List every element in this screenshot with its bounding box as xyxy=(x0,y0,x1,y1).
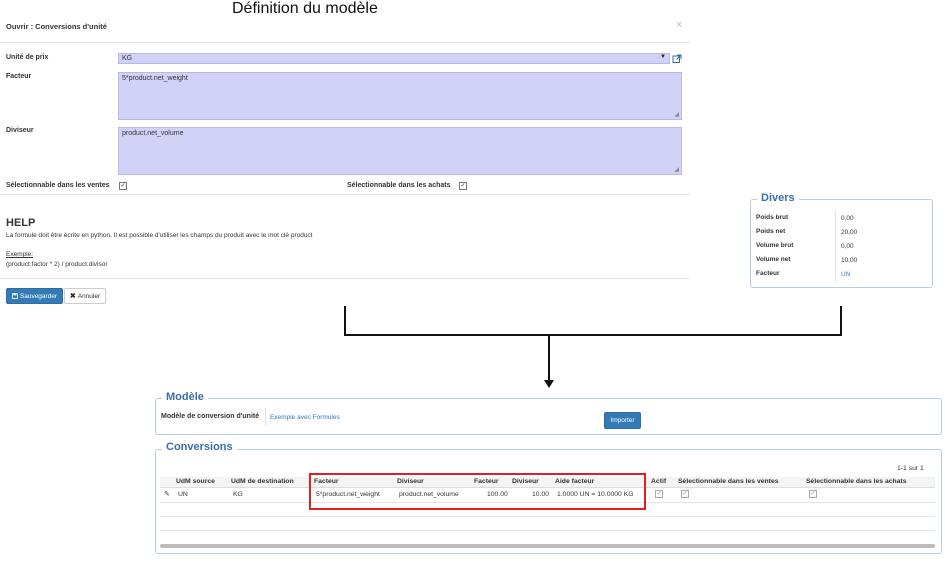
horizontal-scrollbar[interactable] xyxy=(160,544,935,548)
example-label: Exemple: xyxy=(6,251,34,258)
col-udm-source[interactable]: UdM source xyxy=(176,478,215,485)
cancel-button[interactable]: ✖ Annuler xyxy=(64,288,106,304)
help-text: La formule doit être écrite en python. I… xyxy=(6,232,313,239)
net-weight-label: Poids net xyxy=(756,228,786,235)
factor-value: 5*product.net_weight xyxy=(122,75,188,82)
divers-separator xyxy=(835,210,836,282)
col-actif[interactable]: Actif xyxy=(651,478,666,485)
close-icon: ✖ xyxy=(69,293,76,300)
divers-legend: Divers xyxy=(757,192,799,204)
factor-unit-link[interactable]: UN xyxy=(841,271,850,278)
external-link-icon[interactable] xyxy=(672,54,682,64)
pager: 1-1 sur 1 xyxy=(897,465,924,472)
gross-volume-label: Volume brut xyxy=(756,242,794,249)
price-unit-value: KG xyxy=(122,55,133,62)
cancel-label: Annuler xyxy=(77,292,101,300)
divisor-label: Diviseur xyxy=(6,127,34,134)
header-divider xyxy=(0,42,690,43)
sales-checkbox-label: Sélectionnable dans les ventes xyxy=(6,182,110,189)
factor-label: Facteur xyxy=(6,73,32,80)
import-button[interactable]: Importer xyxy=(604,412,641,429)
connector-down xyxy=(548,334,550,382)
modele-separator xyxy=(265,408,266,426)
conversions-legend: Conversions xyxy=(162,441,237,453)
dialog-title: Ouvrir : Conversions d'unité xyxy=(6,22,107,31)
save-label: Sauvegarder xyxy=(19,292,58,300)
purchases-checkbox[interactable]: ✓ xyxy=(459,182,467,190)
row-sales-checkbox: ✓ xyxy=(681,490,689,498)
gross-weight-value: 0,00 xyxy=(841,215,854,222)
row-active-checkbox: ✓ xyxy=(655,490,663,498)
net-volume-value: 10,00 xyxy=(841,257,858,264)
connector-left xyxy=(344,306,346,336)
arrow-down-icon xyxy=(544,380,554,388)
row-source: UN xyxy=(178,491,188,498)
row-destination: KG xyxy=(233,491,243,498)
conversion-model-label: Modèle de conversion d'unité xyxy=(161,413,260,420)
col-ventes[interactable]: Sélectionnable dans les ventes xyxy=(678,478,778,485)
save-button[interactable]: Sauvegarder xyxy=(6,288,63,304)
purchases-checkbox-label: Sélectionnable dans les achats xyxy=(347,182,451,189)
connector-horizontal xyxy=(344,334,842,336)
factor-unit-label: Facteur xyxy=(756,270,780,277)
import-label: Importer xyxy=(610,417,635,424)
net-volume-label: Volume net xyxy=(756,256,791,263)
price-unit-label: Unité de prix xyxy=(6,54,49,61)
annotation-title: Définition du modèle xyxy=(232,0,378,17)
help-title: HELP xyxy=(6,217,36,229)
price-unit-select[interactable]: KG ▼ xyxy=(118,53,670,64)
empty-row-divider xyxy=(160,516,935,517)
conversion-model-link[interactable]: Exemple avec Formules xyxy=(270,414,340,421)
sales-checkbox[interactable]: ✓ xyxy=(119,182,127,190)
gross-weight-label: Poids brut xyxy=(756,214,789,221)
col-udm-destination[interactable]: UdM de destination xyxy=(231,478,294,485)
resize-handle-icon[interactable]: ◢ xyxy=(674,166,679,173)
example-text: (product.factor * 2) / product.divisor xyxy=(6,261,108,268)
dropdown-arrow-icon: ▼ xyxy=(660,54,666,60)
col-achats[interactable]: Sélectionnable dans les achats xyxy=(806,478,906,485)
empty-row-divider xyxy=(160,530,935,531)
form-divider xyxy=(0,194,690,195)
resize-handle-icon[interactable]: ◢ xyxy=(674,111,679,118)
divisor-textarea[interactable]: product.net_volume ◢ xyxy=(118,127,682,175)
connector-right xyxy=(840,306,842,336)
floppy-icon xyxy=(11,293,18,299)
highlight-box xyxy=(309,473,646,510)
gross-volume-value: 0,00 xyxy=(841,243,854,250)
row-purchases-checkbox: ✓ xyxy=(809,490,817,498)
modele-legend: Modèle xyxy=(162,391,208,403)
edit-pencil-icon[interactable]: ✎ xyxy=(164,490,170,498)
divisor-value: product.net_volume xyxy=(122,130,184,137)
footer-divider xyxy=(0,278,690,279)
factor-textarea[interactable]: 5*product.net_weight ◢ xyxy=(118,72,682,120)
close-icon[interactable]: × xyxy=(676,19,682,31)
net-weight-value: 20,00 xyxy=(841,229,858,236)
